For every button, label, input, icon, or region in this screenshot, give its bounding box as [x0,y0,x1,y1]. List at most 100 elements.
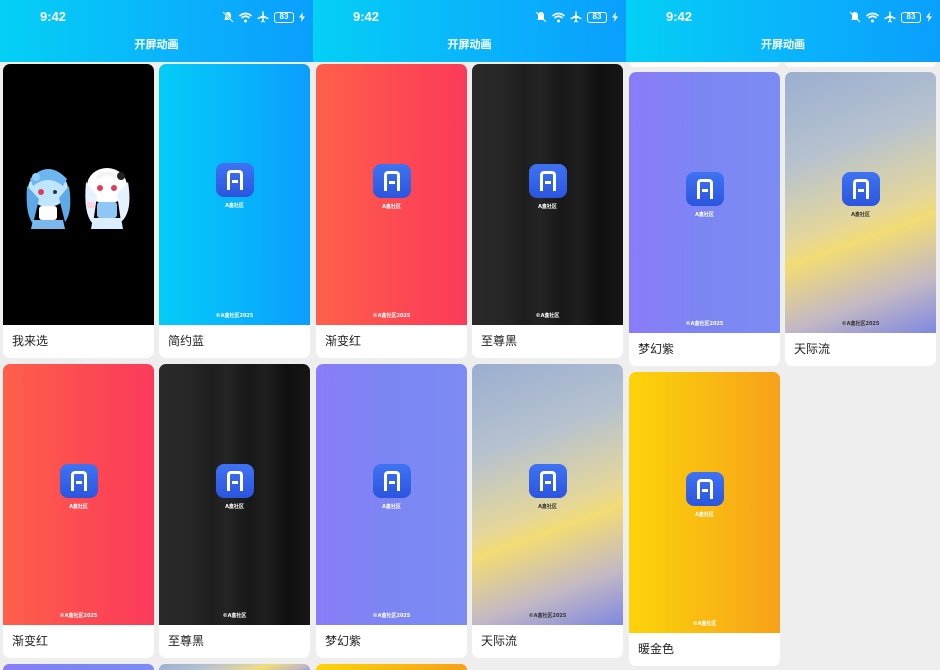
a-logo-icon [215,464,254,498]
copyright-text: ©A盒社区 [535,313,560,319]
copyright-text: ©A盒社区2025 [841,321,880,327]
option-label: 我来选 [12,334,49,348]
a-logo-icon [59,464,98,498]
option-card-black[interactable]: A盒社区 ©A盒社区 至尊黑 [472,64,623,358]
airplane-icon [257,11,269,23]
battery-indicator: 83 [587,11,607,23]
option-label: 天际流 [794,342,831,356]
option-label: 简约蓝 [168,334,205,348]
copyright-text: ©A盒社区2025 [59,613,98,619]
status-icons: 83 [535,10,618,24]
option-card-sky[interactable]: A盒社区 ©A盒社区2025 天际流 [785,72,936,366]
anime-characters-image [26,168,130,229]
preview-blue: A盒社区 ©A盒社区2025 [159,64,310,325]
battery-indicator: 83 [274,11,294,23]
app-logo: A盒社区 [316,164,467,210]
a-logo-icon [215,163,254,197]
airplane-icon [570,11,582,23]
app-logo: A盒社区 [472,164,623,210]
a-logo-icon [685,472,724,506]
preview-sky: A盒社区 ©A盒社区2025 [785,72,936,333]
logo-caption: A盒社区 [538,204,557,210]
app-logo: A盒社区 [159,163,310,209]
page-title: 开屏动画 [447,38,492,51]
app-logo: A盒社区 [3,464,154,510]
battery-indicator: 83 [901,11,921,23]
a-logo-icon [528,164,567,198]
preview-red: A盒社区 ©A盒社区2025 [3,364,154,625]
a-logo-icon [372,164,411,198]
logo-caption: A盒社区 [382,504,401,510]
option-card-gradient-red[interactable]: A盒社区 ©A盒社区2025 渐变红 [316,64,467,358]
charging-icon [612,12,618,22]
option-card-sky[interactable]: A盒社区 ©A盒社区2025 天际流 [472,364,623,658]
option-card-pick[interactable]: 我来选 [3,64,154,358]
option-card-peek [3,664,154,670]
app-logo: A盒社区 [159,464,310,510]
option-label: 渐变红 [325,334,362,348]
previous-card-edge [629,62,780,67]
option-card-peek [159,664,310,670]
preview-anime [3,64,154,325]
app-logo: A盒社区 [785,172,936,218]
option-label: 渐变红 [12,634,49,648]
copyright-text: ©A盒社区2025 [528,613,567,619]
copyright-text: ©A盒社区 [692,621,717,627]
app-header: 9:42 83 开屏动画 [626,0,940,62]
wifi-icon [239,12,252,22]
preview-purple: A盒社区 ©A盒社区2025 [629,72,780,333]
logo-caption: A盒社区 [69,504,88,510]
option-label: 至尊黑 [481,334,518,348]
logo-caption: A盒社区 [538,504,557,510]
copyright-text: ©A盒社区2025 [215,313,254,319]
screen-1: 9:42 83 开屏动画 我来选 A盒社区 ©A盒社区2025 简约蓝 A盒社区… [0,0,313,670]
copyright-text: ©A盒社区2025 [685,321,724,327]
logo-caption: A盒社区 [382,204,401,210]
screen-3: 9:42 83 开屏动画 A盒社区 ©A盒社区2025 梦幻紫 A盒社区 ©A盒… [626,0,940,670]
option-card-gold[interactable]: A盒社区 ©A盒社区 暖金色 [629,372,780,666]
app-header: 9:42 83 开屏动画 [0,0,313,62]
app-logo: A盒社区 [472,464,623,510]
app-logo: A盒社区 [629,172,780,218]
mute-icon [849,11,861,23]
a-logo-icon [528,464,567,498]
preview-gold: A盒社区 ©A盒社区 [629,372,780,633]
previous-card-edge [785,62,936,67]
mute-icon [535,11,547,23]
option-card-blue[interactable]: A盒社区 ©A盒社区2025 简约蓝 [159,64,310,358]
option-card-gradient-red[interactable]: A盒社区 ©A盒社区2025 渐变红 [3,364,154,658]
a-logo-icon [372,464,411,498]
screen-2: 9:42 83 开屏动画 A盒社区 ©A盒社区2025 渐变红 A盒社区 ©A盒… [313,0,626,670]
preview-black: A盒社区 ©A盒社区 [159,364,310,625]
status-time: 9:42 [353,9,380,24]
wifi-icon [866,12,879,22]
status-time: 9:42 [40,9,67,24]
option-card-black[interactable]: A盒社区 ©A盒社区 至尊黑 [159,364,310,658]
logo-caption: A盒社区 [851,212,870,218]
logo-caption: A盒社区 [695,212,714,218]
preview-purple: A盒社区 ©A盒社区2025 [316,364,467,625]
page-title: 开屏动画 [134,38,179,51]
page-title: 开屏动画 [761,38,805,51]
airplane-icon [884,11,896,23]
preview-red: A盒社区 ©A盒社区2025 [316,64,467,325]
mute-icon [222,11,234,23]
status-icons: 83 [222,10,305,24]
status-icons: 83 [849,10,932,24]
option-label: 至尊黑 [168,634,205,648]
option-label: 梦幻紫 [638,342,675,356]
option-label: 天际流 [481,634,518,648]
preview-sky: A盒社区 ©A盒社区2025 [472,364,623,625]
status-time: 9:42 [666,9,693,24]
a-logo-icon [841,172,880,206]
a-logo-icon [685,172,724,206]
logo-caption: A盒社区 [695,512,714,518]
preview-black: A盒社区 ©A盒社区 [472,64,623,325]
app-logo: A盒社区 [316,464,467,510]
option-card-purple[interactable]: A盒社区 ©A盒社区2025 梦幻紫 [316,364,467,658]
charging-icon [299,12,305,22]
wifi-icon [552,12,565,22]
option-label: 梦幻紫 [325,634,362,648]
option-card-purple[interactable]: A盒社区 ©A盒社区2025 梦幻紫 [629,72,780,366]
copyright-text: ©A盒社区2025 [372,613,411,619]
